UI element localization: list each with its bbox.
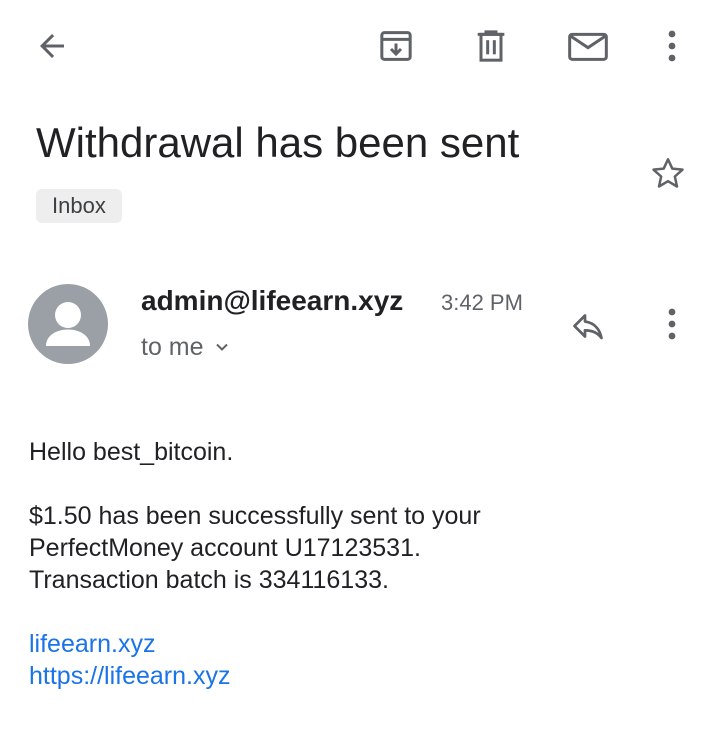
body-line-2: PerfectMoney account U17123531.	[29, 534, 421, 562]
archive-button[interactable]	[372, 22, 420, 70]
message-more-button[interactable]	[652, 300, 692, 348]
toolbar-more-button[interactable]	[652, 22, 692, 70]
trash-icon	[477, 30, 505, 62]
email-subject: Withdrawal has been sent	[36, 119, 520, 166]
email-time: 3:42 PM	[441, 290, 523, 315]
more-vert-icon	[668, 30, 676, 62]
body-line-3: Transaction batch is 334116133.	[29, 566, 389, 594]
star-button[interactable]	[644, 152, 692, 196]
envelope-icon	[568, 32, 608, 61]
delete-button[interactable]	[467, 22, 515, 70]
star-outline-icon	[652, 158, 684, 188]
body-greeting: Hello best_bitcoin.	[29, 438, 234, 466]
chevron-down-icon	[215, 343, 228, 351]
person-icon	[46, 302, 90, 346]
recipient-details-toggle[interactable]: to me	[141, 330, 232, 364]
inbox-label-chip[interactable]: Inbox	[36, 189, 122, 223]
sender-address: admin@lifeearn.xyz	[141, 285, 404, 316]
reply-icon	[573, 314, 603, 340]
back-button[interactable]	[28, 24, 76, 68]
body-line-1: $1.50 has been successfully sent to your	[29, 502, 481, 530]
mark-unread-button[interactable]	[562, 22, 614, 70]
recipient-label: to me	[141, 333, 204, 361]
body-link-domain[interactable]: lifeearn.xyz	[29, 628, 155, 660]
archive-icon	[380, 31, 412, 61]
more-vert-icon	[668, 308, 676, 340]
arrow-left-icon	[40, 34, 64, 58]
body-link-url[interactable]: https://lifeearn.xyz	[29, 660, 230, 692]
reply-button[interactable]	[564, 304, 612, 348]
sender-avatar[interactable]	[28, 284, 108, 364]
